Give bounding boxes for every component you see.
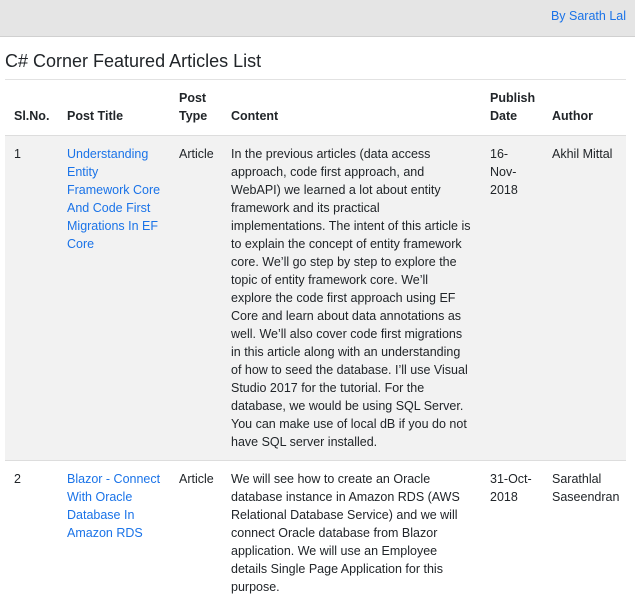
- table-row: 1 Understanding Entity Framework Core An…: [5, 136, 626, 461]
- table-row: 2 Blazor - Connect With Oracle Database …: [5, 461, 626, 605]
- top-bar: By Sarath Lal: [0, 0, 635, 37]
- articles-table: Sl.No. Post Title Post Type Content Publ…: [5, 80, 626, 605]
- slno-cell: 2: [5, 461, 58, 605]
- date-cell: 31-Oct-2018: [481, 461, 543, 605]
- column-header-title: Post Title: [58, 80, 170, 136]
- column-header-author: Author: [543, 80, 626, 136]
- slno-cell: 1: [5, 136, 58, 461]
- author-cell: Akhil Mittal: [543, 136, 626, 461]
- author-cell: Sarathlal Saseendran: [543, 461, 626, 605]
- content-cell: In the previous articles (data access ap…: [222, 136, 481, 461]
- column-header-date: Publish Date: [481, 80, 543, 136]
- column-header-slno: Sl.No.: [5, 80, 58, 136]
- post-title-link[interactable]: Understanding Entity Framework Core And …: [67, 147, 160, 251]
- page-title: C# Corner Featured Articles List: [5, 50, 635, 72]
- date-cell: 16-Nov-2018: [481, 136, 543, 461]
- author-link[interactable]: By Sarath Lal: [551, 9, 626, 23]
- column-header-type: Post Type: [170, 80, 222, 136]
- type-cell: Article: [170, 461, 222, 605]
- content-cell: We will see how to create an Oracle data…: [222, 461, 481, 605]
- type-cell: Article: [170, 136, 222, 461]
- post-title-link[interactable]: Blazor - Connect With Oracle Database In…: [67, 472, 160, 540]
- column-header-content: Content: [222, 80, 481, 136]
- table-header-row: Sl.No. Post Title Post Type Content Publ…: [5, 80, 626, 136]
